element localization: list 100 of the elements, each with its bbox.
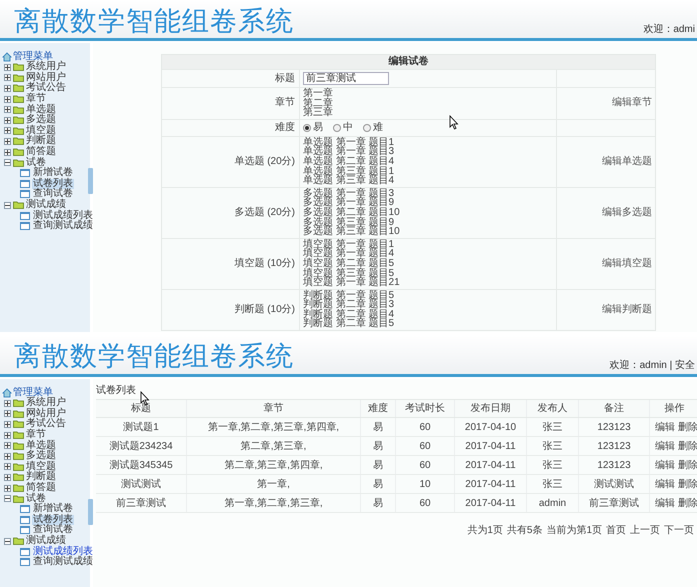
expand-toggle-icon[interactable]	[4, 106, 11, 114]
welcome-text: 欢迎：admin | 安全	[610, 358, 696, 373]
table-cell: 前三章测试	[579, 494, 650, 512]
table-cell: 第一章,	[187, 475, 361, 493]
menu-item[interactable]: 判断题	[26, 136, 56, 146]
edit-link[interactable]: 编辑	[655, 476, 675, 492]
menu-item[interactable]: 网站用户	[26, 408, 66, 419]
menu-item[interactable]: 新增试卷	[32, 168, 74, 178]
collapse-toggle-icon[interactable]	[4, 202, 11, 209]
menu-item[interactable]: 测试成绩列表	[32, 546, 94, 557]
menu-item[interactable]: 试卷	[26, 494, 46, 504]
page-icon	[20, 516, 30, 524]
menu-item[interactable]: 试卷列表	[32, 178, 74, 189]
menu-item[interactable]: 查询测试成绩	[32, 221, 94, 232]
menu-item[interactable]: 简答题	[26, 147, 56, 158]
expand-toggle-icon[interactable]	[4, 452, 11, 460]
pagination-link[interactable]: 下一页	[664, 523, 694, 538]
collapse-toggle-icon[interactable]	[4, 495, 11, 502]
question-entry: 填空题 第一章 题目21	[303, 278, 401, 288]
folder-icon	[13, 126, 24, 135]
menu-item[interactable]: 测试成绩	[26, 536, 66, 546]
edit-link[interactable]: 编辑判断题	[602, 304, 652, 315]
menu-item[interactable]: 试卷列表	[32, 514, 74, 525]
menu-item[interactable]: 考试公告	[26, 419, 66, 430]
expand-toggle-icon[interactable]	[4, 432, 11, 439]
menu-item[interactable]: 判断题	[26, 472, 56, 482]
expand-toggle-icon[interactable]	[4, 463, 11, 470]
question-entry: 单选题 第一章 题目1	[303, 138, 396, 148]
expand-toggle-icon[interactable]	[4, 400, 11, 407]
page-icon	[20, 190, 30, 198]
question-entry: 多选题 第二章 题目10	[303, 208, 401, 218]
radio-button[interactable]	[333, 124, 341, 132]
menu-item[interactable]: 章节	[26, 94, 46, 104]
expand-toggle-icon[interactable]	[4, 96, 11, 103]
column-header: 章节	[187, 400, 361, 417]
edit-link[interactable]: 编辑	[655, 438, 675, 454]
table-cell: 2017-04-11	[455, 475, 527, 493]
menu-item[interactable]: 多选题	[26, 115, 56, 126]
table-cell: 2017-04-10	[455, 418, 527, 436]
table-cell: 易	[361, 475, 396, 493]
menu-root-label[interactable]: 管理菜单	[13, 388, 53, 398]
column-header: 发布日期	[455, 400, 527, 417]
radio-button[interactable]	[363, 124, 371, 132]
edit-link[interactable]: 编辑	[655, 458, 675, 472]
edit-link[interactable]: 编辑填空题	[602, 258, 652, 269]
question-entry: 多选题 第一章 题目9	[303, 198, 394, 208]
menu-item[interactable]: 系统用户	[26, 398, 66, 408]
table-cell: 张三	[527, 456, 579, 474]
collapse-toggle-icon[interactable]	[4, 159, 11, 166]
edit-link[interactable]: 编辑	[655, 420, 675, 434]
menu-item[interactable]: 填空题	[26, 462, 56, 472]
menu-item[interactable]: 章节	[26, 430, 46, 440]
page-icon	[20, 558, 30, 566]
radio-label: 难	[373, 122, 383, 133]
table-cell: 张三	[527, 437, 579, 455]
expand-toggle-icon[interactable]	[4, 420, 11, 428]
expand-toggle-icon[interactable]	[4, 138, 11, 145]
radio-button[interactable]	[303, 124, 311, 132]
question-entry: 单选题 第三章 题目4	[303, 176, 396, 186]
menu-item[interactable]: 试卷	[26, 158, 46, 168]
edit-link[interactable]: 编辑章节	[612, 98, 652, 108]
expand-toggle-icon[interactable]	[4, 442, 11, 450]
edit-link[interactable]: 编辑多选题	[602, 208, 652, 218]
menu-item[interactable]: 多选题	[26, 451, 56, 462]
menu-item[interactable]: 网站用户	[26, 72, 66, 83]
menu-item[interactable]: 填空题	[26, 126, 56, 136]
edit-link[interactable]: 编辑	[655, 496, 675, 510]
menu-item[interactable]: 单选题	[26, 104, 56, 115]
pagination-link[interactable]: 首页	[606, 523, 626, 538]
menu-item[interactable]: 查询试卷	[32, 525, 74, 536]
expand-toggle-icon[interactable]	[4, 410, 11, 418]
menu-item[interactable]: 单选题	[26, 440, 56, 451]
menu-item[interactable]: 新增试卷	[32, 504, 74, 514]
expand-toggle-icon[interactable]	[4, 116, 11, 124]
menu-root-label[interactable]: 管理菜单	[13, 52, 53, 62]
expand-toggle-icon[interactable]	[4, 484, 11, 492]
table-cell: 2017-04-11	[455, 494, 527, 512]
menu-item[interactable]: 查询试卷	[32, 189, 74, 200]
collapse-handle[interactable]	[88, 168, 93, 194]
menu-item[interactable]: 测试成绩	[26, 200, 66, 210]
folder-icon	[13, 95, 24, 104]
menu-item[interactable]: 查询测试成绩	[32, 557, 94, 568]
menu-item[interactable]: 考试公告	[26, 83, 66, 94]
question-entry: 单选题 第二章 题目4	[303, 156, 396, 167]
menu-item[interactable]: 系统用户	[26, 62, 66, 72]
expand-toggle-icon[interactable]	[4, 64, 11, 71]
expand-toggle-icon[interactable]	[4, 74, 11, 82]
expand-toggle-icon[interactable]	[4, 84, 11, 92]
collapse-toggle-icon[interactable]	[4, 538, 11, 545]
collapse-handle[interactable]	[88, 499, 93, 525]
edit-link[interactable]: 编辑单选题	[602, 156, 652, 167]
expand-toggle-icon[interactable]	[4, 474, 11, 481]
menu-item[interactable]: 简答题	[26, 483, 56, 494]
table-cell: 第二章,第三章,	[187, 437, 361, 455]
table-cell: 易	[361, 494, 396, 512]
expand-toggle-icon[interactable]	[4, 127, 11, 134]
expand-toggle-icon[interactable]	[4, 148, 11, 156]
folder-icon	[13, 63, 24, 72]
pagination-link[interactable]: 上一页	[630, 523, 660, 538]
menu-item[interactable]: 测试成绩列表	[32, 210, 94, 221]
